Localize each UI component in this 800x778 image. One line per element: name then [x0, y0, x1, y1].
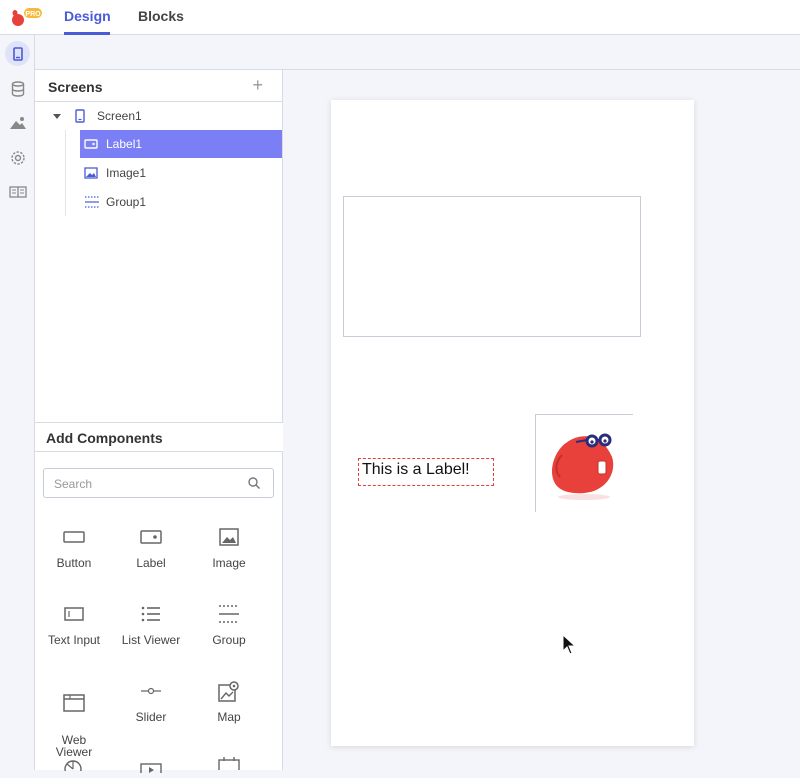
tree-item-label: Group1: [106, 195, 147, 209]
component-search[interactable]: [43, 468, 274, 498]
left-panel: Screens + Screen1 Label1 Image1 Group1 A…: [35, 70, 283, 778]
caret-down-icon[interactable]: [53, 109, 75, 123]
screens-header: Screens +: [35, 70, 283, 102]
map-icon: [190, 676, 268, 706]
search-icon[interactable]: [247, 476, 261, 495]
canvas-toolbar: [35, 35, 800, 70]
label-icon: [112, 522, 190, 552]
settings-icon[interactable]: [5, 145, 30, 170]
search-input[interactable]: [54, 475, 234, 493]
group1-component[interactable]: [343, 196, 641, 337]
component-label: Button: [56, 556, 92, 570]
component-label: Web Viewer: [55, 733, 93, 759]
image-icon: [190, 522, 268, 552]
component-button[interactable]: Button: [35, 522, 113, 570]
video-icon[interactable]: [140, 760, 162, 778]
component-web-viewer[interactable]: Web Viewer: [35, 676, 113, 770]
add-components-header: Add Components: [35, 422, 283, 452]
mouse-cursor-icon: [562, 633, 577, 661]
component-label: Map: [217, 710, 241, 724]
tree-item-label1[interactable]: Label1: [80, 130, 282, 158]
tree-item-label: Image1: [106, 166, 147, 180]
left-rail: [0, 35, 35, 770]
app-logo: PRO: [8, 6, 44, 30]
component-list-viewer[interactable]: List Viewer: [112, 599, 190, 647]
calendar-icon[interactable]: [218, 756, 240, 775]
plus-icon[interactable]: +: [252, 75, 263, 96]
image1-component[interactable]: [535, 414, 633, 512]
add-components-title: Add Components: [46, 430, 163, 446]
component-label: Label: [136, 556, 166, 570]
group-icon: [190, 599, 268, 629]
component-image[interactable]: Image: [190, 522, 268, 570]
screens-title: Screens: [48, 79, 103, 95]
screen-icon[interactable]: [5, 41, 30, 66]
phone-icon: [75, 109, 97, 123]
list-viewer-icon: [112, 599, 190, 629]
label1-component[interactable]: This is a Label!: [358, 458, 494, 486]
component-label: List Viewer: [121, 633, 181, 647]
text-input-icon: [35, 599, 113, 629]
tree-item-label: Label1: [106, 137, 143, 151]
database-icon[interactable]: [5, 76, 30, 101]
pro-badge: PRO: [25, 11, 41, 18]
slider-icon: [112, 676, 190, 706]
group-icon: [84, 196, 106, 208]
tree-item-image1[interactable]: Image1: [80, 159, 282, 187]
component-label: Group: [212, 633, 246, 647]
tree-item-group1[interactable]: Group1: [80, 188, 282, 216]
component-map[interactable]: Map: [190, 676, 268, 724]
tree-item-label: Screen1: [97, 109, 142, 123]
top-bar: PRO Design Blocks: [0, 0, 800, 35]
tree-item-screen1[interactable]: Screen1: [53, 102, 283, 130]
image-icon: [84, 167, 106, 179]
tree-guide: [65, 130, 66, 216]
component-slider[interactable]: Slider: [112, 676, 190, 724]
web-viewer-icon: [35, 688, 113, 718]
media-icon[interactable]: [5, 110, 30, 135]
chart-icon[interactable]: [63, 758, 83, 778]
tab-design[interactable]: Design: [64, 8, 111, 24]
mascot-image: [552, 433, 614, 500]
component-label: Text Input: [47, 633, 101, 647]
component-text-input[interactable]: Text Input: [35, 599, 113, 647]
docs-icon[interactable]: [5, 179, 30, 204]
component-label: Image: [212, 556, 246, 570]
component-label: Slider: [135, 710, 167, 724]
label-icon: [84, 139, 106, 149]
component-label[interactable]: Label: [112, 522, 190, 570]
tab-blocks[interactable]: Blocks: [138, 8, 184, 24]
button-icon: [35, 522, 113, 552]
component-group[interactable]: Group: [190, 599, 268, 647]
